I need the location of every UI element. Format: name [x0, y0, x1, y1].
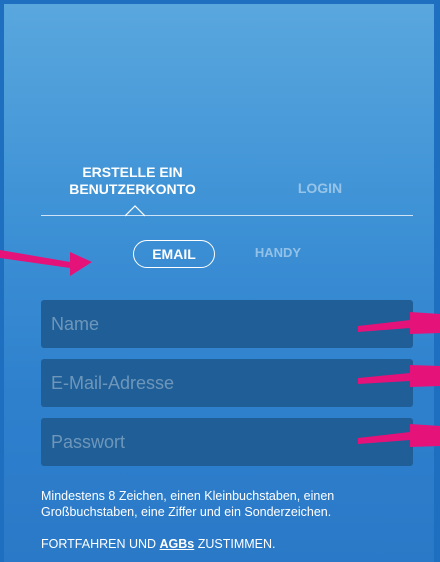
password-hint: Mindestens 8 Zeichen, einen Kleinbuchsta…	[41, 489, 335, 519]
tab-signup[interactable]: ERSTELLE EIN BENUTZERKONTO	[60, 164, 205, 198]
name-input[interactable]	[41, 300, 413, 348]
terms-link[interactable]: AGBs	[160, 537, 195, 551]
method-email-toggle[interactable]: EMAIL	[133, 240, 215, 268]
active-tab-caret-icon	[125, 205, 145, 217]
method-phone-toggle[interactable]: HANDY	[243, 240, 313, 266]
app-background	[4, 4, 434, 562]
terms-suffix: ZUSTIMMEN.	[194, 537, 276, 551]
tab-login[interactable]: LOGIN	[290, 180, 350, 197]
terms-prefix: FORTFAHREN UND	[41, 537, 160, 551]
password-input[interactable]	[41, 418, 413, 466]
email-input[interactable]	[41, 359, 413, 407]
tab-divider	[41, 215, 413, 216]
terms-line: FORTFAHREN UND AGBs ZUSTIMMEN.	[41, 536, 421, 552]
auth-tabs: ERSTELLE EIN BENUTZERKONTO LOGIN	[0, 160, 440, 220]
